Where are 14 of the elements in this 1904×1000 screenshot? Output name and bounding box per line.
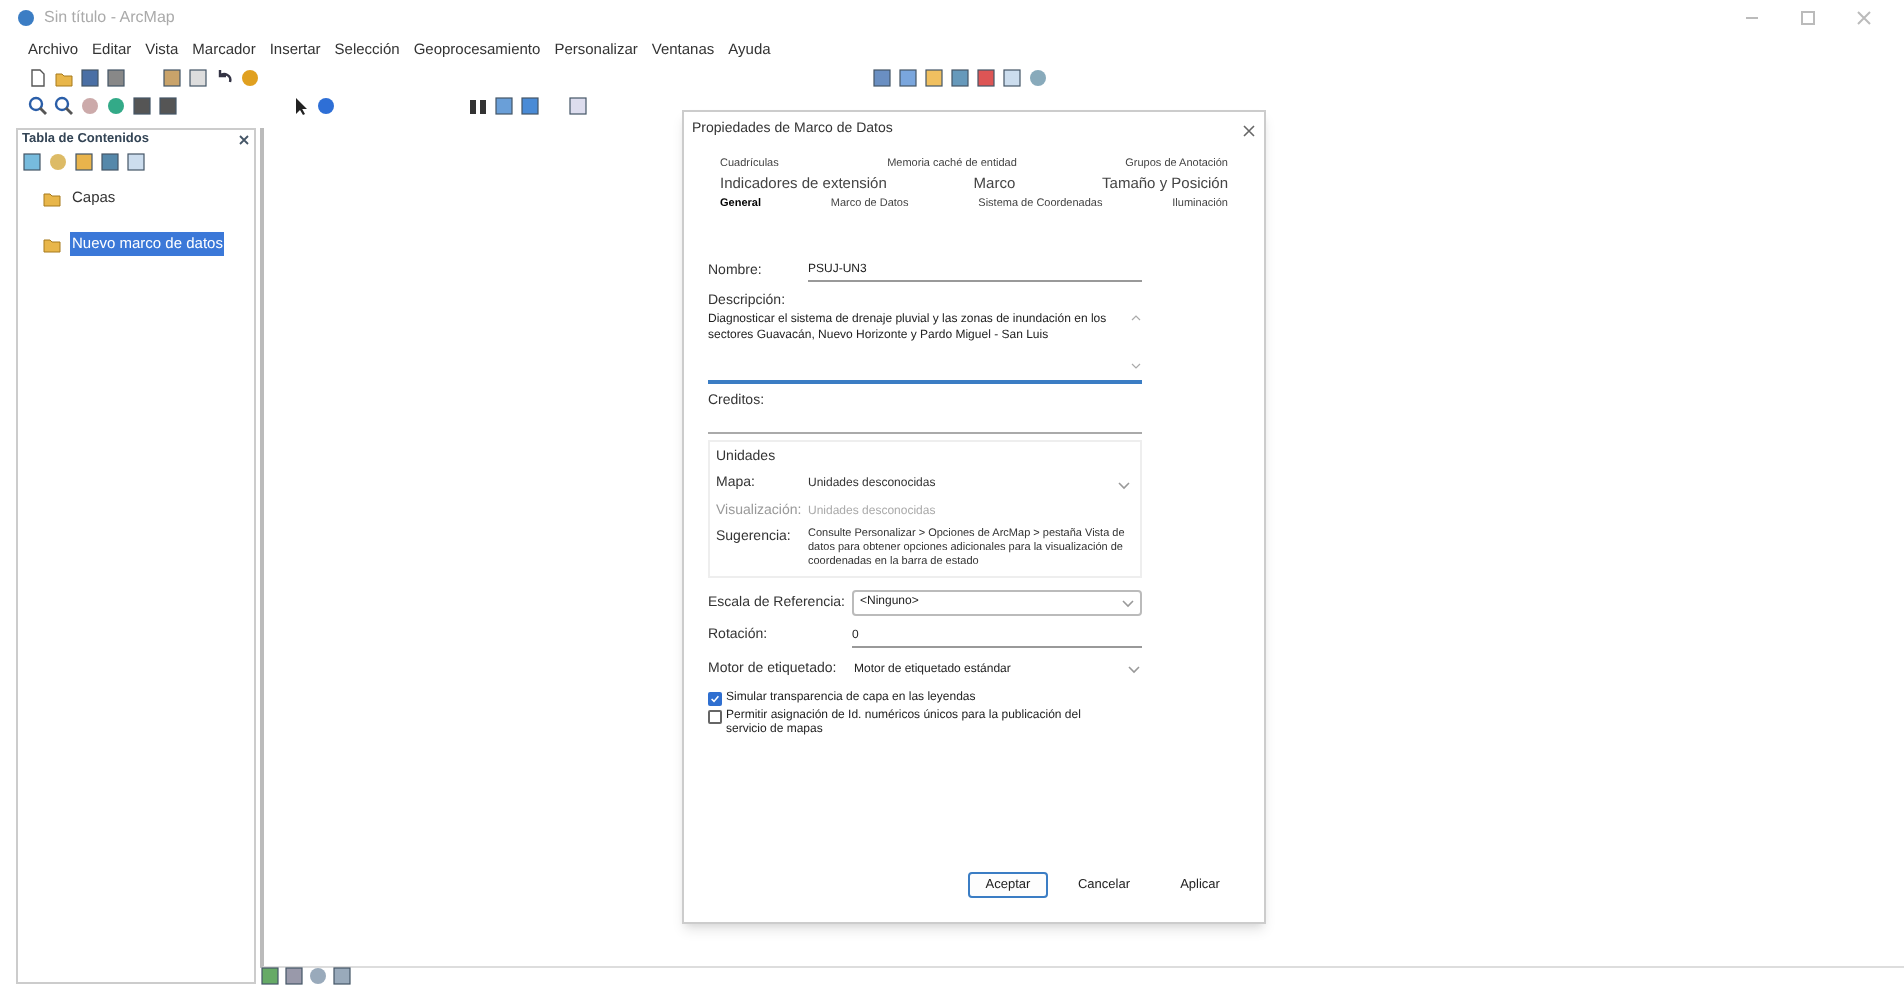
chevron-icon: [1128, 666, 1140, 674]
checkbox[interactable]: [708, 710, 722, 725]
zoom-in-icon[interactable]: [28, 96, 48, 116]
select-arrow-icon[interactable]: [290, 96, 310, 116]
new-document-icon[interactable]: [28, 68, 48, 88]
chevron-icon: [1118, 481, 1130, 489]
zoom-out-icon[interactable]: [54, 96, 74, 116]
chevron-icon: [1122, 599, 1134, 608]
app-logo-icon[interactable]: [16, 8, 36, 28]
undo-icon[interactable]: [214, 68, 234, 88]
window-title: Sin título - ArcMap: [44, 6, 175, 30]
scrollbar-icon: [1130, 312, 1142, 373]
close-icon[interactable]: [238, 134, 250, 146]
close-icon[interactable]: [1242, 123, 1256, 137]
